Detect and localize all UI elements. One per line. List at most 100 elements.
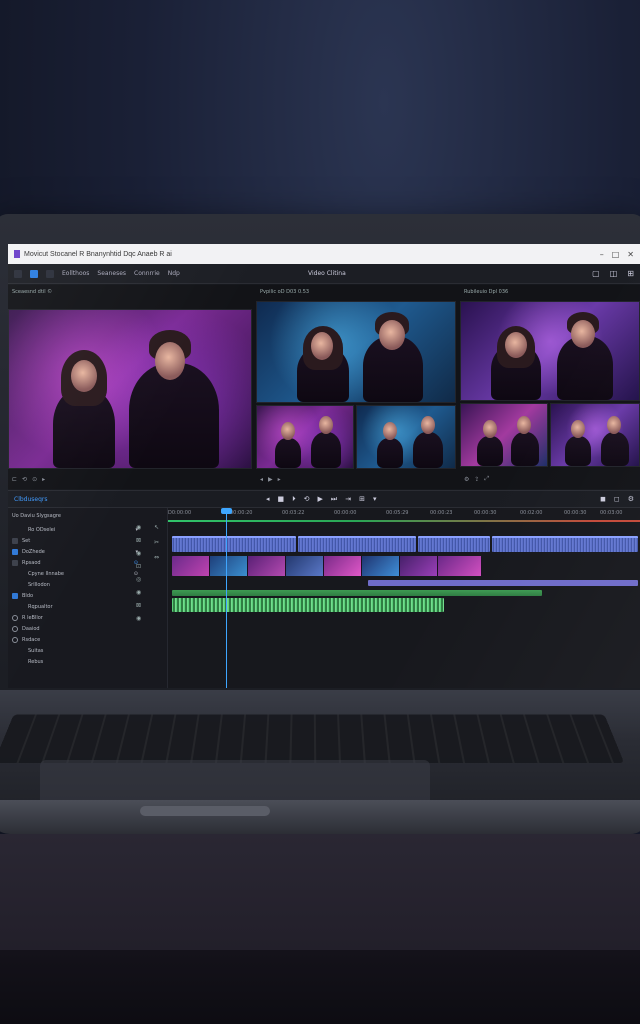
cursor-icon[interactable]: ↖: [154, 524, 159, 531]
timeline-tab[interactable]: Clbduseqrs: [14, 496, 48, 503]
menu-item-2[interactable]: Seaneses: [97, 270, 126, 277]
thumb-frame-3[interactable]: [460, 403, 548, 467]
work-area-bar[interactable]: [168, 520, 640, 522]
reference-viewer-frame[interactable]: [460, 301, 640, 401]
track-row[interactable]: Rqpualtor: [8, 601, 168, 612]
thumb-face: [421, 416, 435, 434]
ruler-tick: 00:00:20: [230, 510, 252, 516]
lock-icon[interactable]: ⊠: [136, 602, 141, 609]
forward-icon[interactable]: ▸: [278, 476, 281, 483]
app-logo-icon[interactable]: [30, 270, 38, 278]
thumb-face: [517, 416, 531, 434]
timeline-ruler[interactable]: D0:00:00 00:00:20 00:03:22 00:00:00 00:0…: [168, 508, 640, 524]
panel-icon[interactable]: ▢: [592, 269, 600, 278]
thumb-person: [311, 432, 341, 468]
slip-icon[interactable]: ⇔: [154, 554, 159, 561]
eye-icon[interactable]: ◉: [136, 615, 141, 622]
tool-prev-icon[interactable]: ◂: [266, 495, 270, 504]
ruler-tick: 00:02:00: [520, 510, 542, 516]
fullscreen-icon[interactable]: ⤢: [484, 475, 489, 483]
lock-icon[interactable]: ⊠: [136, 537, 141, 544]
export-icon[interactable]: ⇪: [474, 476, 479, 483]
minimize-icon[interactable]: –: [600, 250, 604, 259]
record-icon: [12, 626, 18, 632]
lock-icon[interactable]: ⊡: [136, 563, 141, 570]
snap-icon[interactable]: ◼: [600, 495, 606, 503]
marker-icon[interactable]: ◻: [614, 495, 620, 503]
track-row[interactable]: Rsdace: [8, 634, 168, 645]
grid-view-icon[interactable]: ⊞: [627, 269, 634, 278]
thumb-frame-1[interactable]: [256, 405, 354, 469]
thumb-person: [601, 432, 629, 466]
close-icon[interactable]: ✕: [627, 250, 634, 259]
audio-clip[interactable]: [492, 536, 638, 552]
audio-clip[interactable]: [172, 536, 296, 552]
tool-grid-icon[interactable]: ⊞: [359, 495, 365, 504]
video-clip[interactable]: [172, 556, 482, 576]
rewind-icon[interactable]: ◂: [260, 476, 263, 483]
timeline-settings-icon[interactable]: ⚙: [628, 495, 634, 503]
maximize-icon[interactable]: □: [612, 250, 620, 259]
layout-icon[interactable]: ◫: [610, 269, 618, 278]
overlay-clip[interactable]: [368, 580, 638, 586]
source-viewer-header: Sceaesnd dtil ©: [8, 285, 252, 299]
menu-item-1[interactable]: Eollthoos: [62, 270, 89, 277]
audio-clip[interactable]: [298, 536, 416, 552]
eye-icon[interactable]: ◉: [136, 524, 141, 531]
cut-icon[interactable]: ✂: [154, 539, 159, 546]
track-row[interactable]: Rpsaod ⊙: [8, 557, 168, 568]
track-row[interactable]: Rebus: [8, 656, 168, 667]
woman-face: [71, 360, 97, 392]
ruler-tick: 00:00:30: [474, 510, 496, 516]
tool-forward-icon[interactable]: ▶: [318, 495, 323, 504]
loop-icon[interactable]: ⟲: [22, 476, 27, 483]
tool-loop-icon[interactable]: ⟲: [304, 495, 310, 504]
play-icon[interactable]: ▶: [268, 476, 273, 483]
track-row[interactable]: Ro ODselei ▾: [8, 524, 168, 535]
hamburger-icon[interactable]: [14, 270, 22, 278]
thumb-person: [511, 432, 539, 466]
menu-item-4[interactable]: Ndp: [168, 270, 180, 277]
track-row[interactable]: Daaiod: [8, 623, 168, 634]
tool-dropdown-icon[interactable]: ▾: [373, 495, 377, 504]
playhead-handle[interactable]: [221, 508, 232, 514]
settings-icon[interactable]: ⚙: [464, 476, 469, 483]
eye-icon[interactable]: ◉: [136, 550, 141, 557]
track-label: Ro ODselei: [28, 527, 55, 533]
mark-in-icon[interactable]: ⊏: [12, 476, 17, 483]
track-row[interactable]: R leBllor: [8, 612, 168, 623]
tool-end-icon[interactable]: ⇥: [345, 495, 351, 504]
clip-thumbnail: [172, 556, 210, 576]
audio-clip[interactable]: [418, 536, 490, 552]
tool-stop-icon[interactable]: ■: [278, 495, 285, 504]
playhead[interactable]: [226, 508, 227, 688]
man-face-3: [571, 320, 595, 348]
track-tool-column: ↖ ✂ ⇔: [154, 524, 159, 561]
track-active-icon: [12, 549, 18, 555]
viewer-area: Sceaesnd dtil © Pvpilic oD D03 0.53 Rubi…: [8, 285, 640, 489]
track-row[interactable]: Bldo: [8, 590, 168, 601]
grid-icon[interactable]: [46, 270, 54, 278]
menu-item-3[interactable]: Connrrie: [134, 270, 160, 277]
ruler-tick: 00:03:22: [282, 510, 304, 516]
tool-play-icon[interactable]: ⏵: [292, 495, 296, 504]
thumb-frame-2[interactable]: [356, 405, 456, 469]
program-viewer-frame[interactable]: [256, 301, 456, 403]
timeline-tracks[interactable]: [168, 524, 640, 688]
track-row[interactable]: Cpyne Ilnnabe ⊙: [8, 568, 168, 579]
voice-clip[interactable]: [172, 598, 444, 612]
mute-icon[interactable]: ◎: [136, 576, 141, 583]
source-viewer-frame[interactable]: [8, 309, 252, 469]
track-row[interactable]: Set: [8, 535, 168, 546]
music-clip[interactable]: [172, 590, 542, 596]
zoom-icon[interactable]: ⊙: [32, 476, 37, 483]
thumb-frame-4[interactable]: [550, 403, 640, 467]
track-row[interactable]: DoZhede ▾: [8, 546, 168, 557]
track-row[interactable]: Suitas: [8, 645, 168, 656]
eye-icon[interactable]: ◉: [136, 589, 141, 596]
track-row[interactable]: Srlllodon: [8, 579, 168, 590]
program-controls: ◂ ▶ ▸: [260, 473, 281, 485]
step-icon[interactable]: ▸: [42, 476, 45, 483]
reference-viewer-label: Rubileuio Dpl 036: [464, 289, 508, 295]
tool-skip-icon[interactable]: ⏭: [331, 495, 337, 504]
